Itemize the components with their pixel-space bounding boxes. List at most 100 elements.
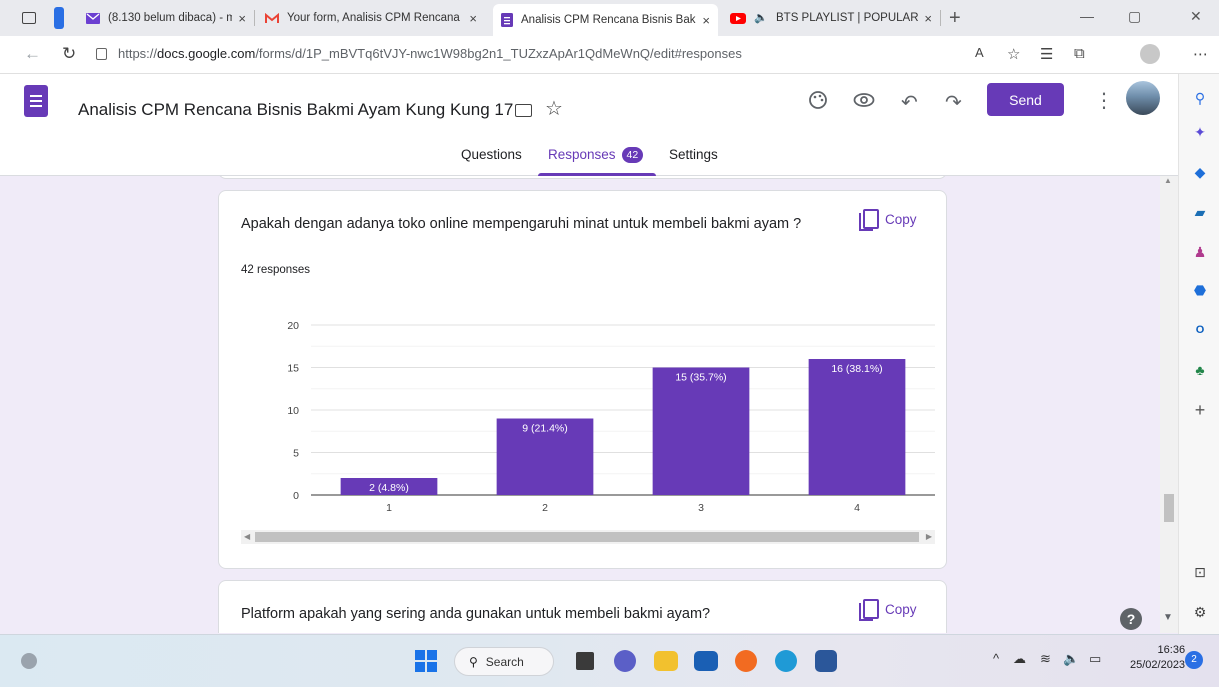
google-forms-logo-icon[interactable] — [24, 85, 48, 117]
star-icon[interactable]: ☆ — [545, 96, 563, 121]
tab-questions[interactable]: Questions — [461, 147, 522, 162]
chevron-down-icon[interactable]: ▼ — [1163, 612, 1173, 623]
y-tick-label: 20 — [287, 320, 299, 332]
file-explorer-icon[interactable] — [654, 651, 678, 671]
x-tick-label: 1 — [386, 502, 392, 514]
edge-browser-icon[interactable] — [775, 650, 797, 672]
browser-tab-youtube[interactable]: 🔈 BTS PLAYLIST | POPULAR CC × — [722, 4, 940, 32]
x-tick-label: 4 — [854, 502, 860, 514]
copy-icon — [859, 209, 879, 231]
teams-chat-icon[interactable] — [614, 650, 636, 672]
copy-chart-button[interactable]: Copy — [859, 599, 917, 621]
battery-icon[interactable]: ▭ — [1089, 651, 1101, 667]
speaker-icon[interactable]: 🔈 — [754, 12, 768, 24]
copy-chart-button[interactable]: Copy — [859, 209, 917, 231]
outlook-icon[interactable]: O — [1192, 322, 1208, 338]
preview-eye-icon[interactable] — [853, 92, 875, 108]
sidebar-toggle-icon[interactable]: ⊡ — [1192, 564, 1208, 580]
responses-content: Apakah dengan adanya toko online mempeng… — [0, 176, 1178, 633]
x-tick-label: 2 — [542, 502, 548, 514]
tab-close-icon[interactable]: × — [924, 11, 932, 26]
tab-divider — [940, 10, 941, 26]
chart-horizontal-scrollbar[interactable]: ◀ ▶ — [241, 530, 935, 544]
scroll-right-icon[interactable]: ▶ — [926, 530, 932, 544]
google-forms-icon — [501, 13, 513, 27]
account-avatar[interactable] — [1126, 81, 1160, 115]
data-label: 16 (38.1%) — [831, 363, 882, 375]
add-sidebar-item-icon[interactable]: + — [1192, 401, 1208, 419]
question-summary-card: Platform apakah yang sering anda gunakan… — [218, 580, 947, 633]
clock-time: 16:36 — [1157, 644, 1186, 656]
system-clock[interactable]: 16:36 25/02/2023 — [1130, 643, 1185, 673]
refresh-icon[interactable]: ↻ — [62, 44, 76, 64]
help-icon[interactable]: ? — [1120, 608, 1142, 630]
mail-icon — [86, 12, 100, 24]
favorite-star-icon[interactable]: ☆ — [1007, 45, 1020, 63]
forms-header: Analisis CPM Rencana Bisnis Bakmi Ayam K… — [0, 74, 1178, 176]
taskbar-search[interactable]: ⚲ Search — [454, 647, 554, 676]
question-title: Platform apakah yang sering anda gunakan… — [241, 606, 711, 622]
weather-widget-icon[interactable] — [21, 653, 37, 669]
url-field[interactable]: https://docs.google.com/forms/d/1P_mBVTq… — [118, 46, 742, 61]
page-scrollbar[interactable]: ▲ — [1160, 176, 1178, 633]
tab-close-icon[interactable]: × — [238, 11, 246, 26]
more-vert-icon[interactable]: ⋮ — [1094, 88, 1114, 113]
close-window-icon[interactable]: ✕ — [1190, 8, 1202, 25]
windows-start-icon[interactable] — [413, 648, 439, 674]
favorites-list-icon[interactable]: ☰ — [1040, 45, 1053, 63]
responses-count-badge: 42 — [621, 147, 644, 163]
maximize-window-icon[interactable]: ▢ — [1128, 8, 1141, 25]
page-scrollbar-thumb[interactable] — [1164, 494, 1174, 522]
office-icon[interactable]: ⬣ — [1192, 282, 1208, 298]
browser-tab-mail[interactable]: (8.130 belum dibaca) - manuelas × — [78, 4, 254, 32]
lock-icon[interactable] — [96, 48, 107, 60]
browser-tab-forms-active[interactable]: Analisis CPM Rencana Bisnis Bak × — [493, 4, 718, 36]
clock-date: 25/02/2023 — [1130, 659, 1186, 671]
wifi-icon[interactable]: ≋ — [1040, 651, 1051, 667]
games-icon[interactable]: ♟ — [1192, 244, 1208, 260]
drop-tree-icon[interactable]: ♣ — [1192, 362, 1208, 378]
show-hidden-icons-icon[interactable]: ^ — [993, 651, 999, 666]
redo-icon[interactable]: ↷ — [945, 90, 962, 115]
scrollbar-thumb[interactable] — [255, 532, 919, 542]
windows-taskbar: ⚲ Search ^ ☁ ≋ 🔈 ▭ 16:36 25/02/2023 2 — [0, 634, 1219, 687]
tab-close-icon[interactable]: × — [702, 13, 710, 28]
tab-responses[interactable]: Responses 42 — [548, 147, 644, 163]
browser-tab-strip: (8.130 belum dibaca) - manuelas × Your f… — [0, 0, 1219, 36]
volume-icon[interactable]: 🔈 — [1063, 651, 1079, 667]
scroll-left-icon[interactable]: ◀ — [244, 530, 250, 544]
undo-icon[interactable]: ↶ — [901, 90, 918, 115]
browser-tab-gmail-form[interactable]: Your form, Analisis CPM Rencana × — [257, 4, 485, 32]
shopping-tag-icon[interactable]: ◆ — [1192, 164, 1208, 180]
folder-icon[interactable] — [515, 104, 532, 117]
form-tabs: Questions Responses 42 Settings — [0, 141, 1178, 176]
form-title[interactable]: Analisis CPM Rencana Bisnis Bakmi Ayam K… — [78, 100, 513, 120]
window-menu-icon[interactable] — [22, 12, 36, 24]
youtube-icon — [730, 12, 746, 24]
minimize-window-icon[interactable]: — — [1080, 8, 1094, 24]
tools-briefcase-icon[interactable]: ▰ — [1192, 204, 1208, 220]
tab-label: (8.130 belum dibaca) - manuelas — [108, 12, 233, 24]
word-icon[interactable] — [815, 650, 837, 672]
vertical-tabs-icon[interactable] — [54, 7, 64, 29]
mail-app-icon[interactable] — [694, 651, 718, 671]
scroll-up-icon[interactable]: ▲ — [1164, 176, 1172, 185]
tab-close-icon[interactable]: × — [469, 11, 477, 26]
read-aloud-icon[interactable]: A — [975, 45, 984, 60]
task-view-icon[interactable] — [576, 652, 594, 670]
onedrive-icon[interactable]: ☁ — [1013, 651, 1026, 667]
profile-avatar[interactable] — [1140, 44, 1160, 64]
firefox-icon[interactable] — [735, 650, 757, 672]
new-tab-button[interactable]: + — [949, 7, 961, 30]
tab-settings[interactable]: Settings — [669, 147, 718, 162]
search-icon[interactable]: ⚲ — [1192, 90, 1208, 106]
x-tick-label: 3 — [698, 502, 704, 514]
notification-badge[interactable]: 2 — [1185, 651, 1203, 669]
send-button[interactable]: Send — [987, 83, 1064, 116]
settings-gear-icon[interactable]: ⚙ — [1192, 604, 1208, 620]
collections-icon[interactable]: ⧉ — [1074, 45, 1085, 62]
back-arrow-icon[interactable]: ← — [24, 44, 41, 64]
palette-icon[interactable] — [808, 90, 828, 110]
more-options-icon[interactable]: ⋯ — [1193, 45, 1208, 63]
copilot-icon[interactable]: ✦ — [1192, 124, 1208, 140]
